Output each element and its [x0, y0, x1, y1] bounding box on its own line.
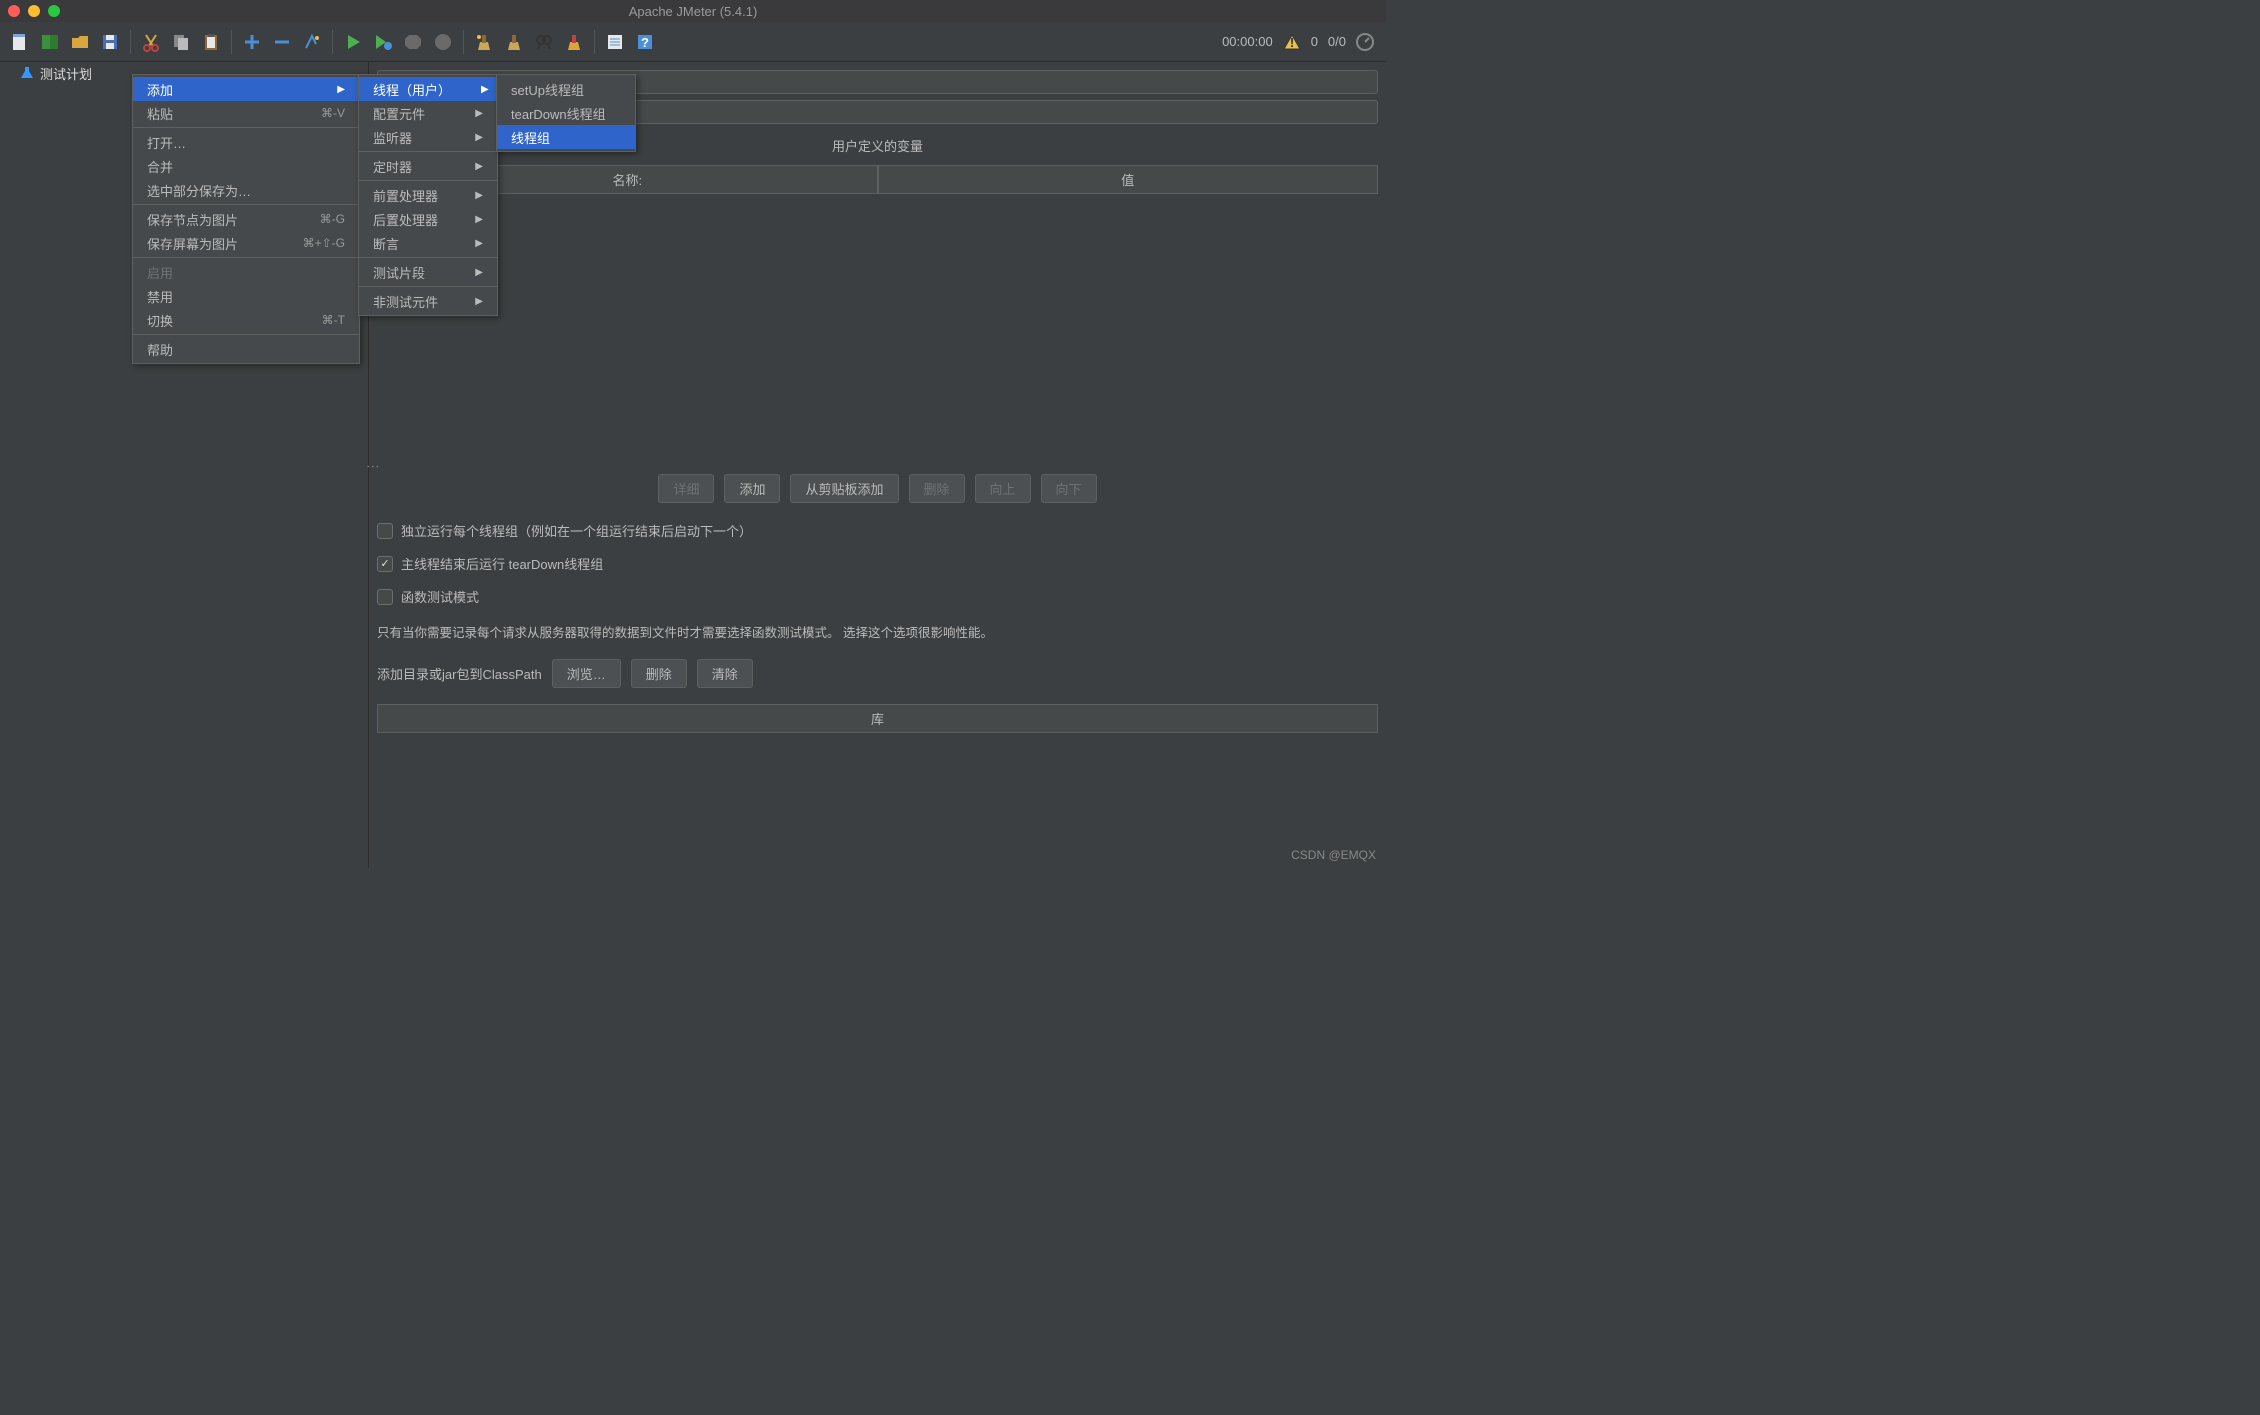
menu-save-selection[interactable]: 选中部分保存为…: [133, 178, 359, 202]
col-value: 值: [878, 165, 1379, 194]
elapsed-time: 00:00:00: [1222, 34, 1273, 49]
threads-submenu: setUp线程组 tearDown线程组 线程组: [496, 74, 636, 152]
titlebar: Apache JMeter (5.4.1): [0, 0, 1386, 22]
thread-teardown[interactable]: tearDown线程组: [497, 101, 635, 125]
checkbox-teardown-label: 主线程结束后运行 tearDown线程组: [401, 554, 603, 573]
templates-icon[interactable]: [36, 28, 64, 56]
thread-setup[interactable]: setUp线程组: [497, 77, 635, 101]
clear-all-icon[interactable]: [500, 28, 528, 56]
menu-help[interactable]: 帮助: [133, 337, 359, 361]
thread-count: 0/0: [1328, 34, 1346, 49]
checkbox-functional-label: 函数测试模式: [401, 587, 479, 606]
shutdown-icon[interactable]: [429, 28, 457, 56]
svg-text:?: ?: [641, 35, 649, 50]
submenu-pre[interactable]: 前置处理器▶: [359, 183, 497, 207]
checkbox-teardown[interactable]: ✓: [377, 556, 393, 572]
menu-merge[interactable]: 合并: [133, 154, 359, 178]
add-submenu: 线程（用户）▶ 配置元件▶ 监听器▶ 定时器▶ 前置处理器▶ 后置处理器▶ 断言…: [358, 74, 498, 316]
menu-enable: 启用: [133, 260, 359, 284]
svg-text:!: !: [1290, 35, 1294, 50]
gauge-icon[interactable]: [1356, 33, 1374, 51]
function-helper-icon[interactable]: [601, 28, 629, 56]
functional-mode-info: 只有当你需要记录每个请求从服务器取得的数据到文件时才需要选择函数测试模式。 选择…: [377, 622, 1378, 641]
reset-search-icon[interactable]: [560, 28, 588, 56]
maximize-window-icon[interactable]: [48, 5, 60, 17]
submenu-threads[interactable]: 线程（用户）▶: [359, 77, 497, 101]
vars-add-clipboard-button[interactable]: 从剪贴板添加: [790, 474, 898, 503]
checkbox-serial-thread-groups[interactable]: [377, 523, 393, 539]
new-file-icon[interactable]: [6, 28, 34, 56]
copy-icon[interactable]: [167, 28, 195, 56]
status-bar: 00:00:00 ! 0 0/0: [1222, 33, 1380, 51]
main-toolbar: ? 00:00:00 ! 0 0/0: [0, 22, 1386, 62]
watermark: CSDN @EMQX: [1291, 848, 1376, 862]
paste-icon[interactable]: [197, 28, 225, 56]
search-icon[interactable]: [530, 28, 558, 56]
expand-icon[interactable]: [238, 28, 266, 56]
menu-open[interactable]: 打开…: [133, 130, 359, 154]
vars-detail-button[interactable]: 详细: [658, 474, 714, 503]
clear-icon[interactable]: [470, 28, 498, 56]
vars-add-button[interactable]: 添加: [724, 474, 780, 503]
submenu-listener[interactable]: 监听器▶: [359, 125, 497, 149]
warn-count: 0: [1311, 34, 1318, 49]
menu-disable[interactable]: 禁用: [133, 284, 359, 308]
thread-group[interactable]: 线程组: [497, 125, 635, 149]
help-icon[interactable]: ?: [631, 28, 659, 56]
collapse-icon[interactable]: [268, 28, 296, 56]
window-controls: [8, 5, 60, 17]
vars-delete-button[interactable]: 删除: [909, 474, 965, 503]
submenu-nontest[interactable]: 非测试元件▶: [359, 289, 497, 313]
flask-icon: [20, 66, 34, 80]
menu-paste[interactable]: 粘贴⌘-V: [133, 101, 359, 125]
vars-up-button[interactable]: 向上: [975, 474, 1031, 503]
tree-root-label: 测试计划: [40, 64, 92, 83]
open-file-icon[interactable]: [66, 28, 94, 56]
checkbox-serial-label: 独立运行每个线程组（例如在一个组运行结束后启动下一个）: [401, 521, 752, 540]
start-icon[interactable]: [339, 28, 367, 56]
submenu-config[interactable]: 配置元件▶: [359, 101, 497, 125]
stop-icon[interactable]: [399, 28, 427, 56]
warning-icon[interactable]: !: [1283, 33, 1301, 51]
submenu-assert[interactable]: 断言▶: [359, 231, 497, 255]
menu-save-screen-img[interactable]: 保存屏幕为图片⌘+⇧-G: [133, 231, 359, 255]
toggle-icon[interactable]: [298, 28, 326, 56]
submenu-fragment[interactable]: 测试片段▶: [359, 260, 497, 284]
classpath-browse-button[interactable]: 浏览…: [552, 659, 621, 688]
menu-toggle[interactable]: 切换⌘-T: [133, 308, 359, 332]
menu-add[interactable]: 添加▶: [133, 77, 359, 101]
close-window-icon[interactable]: [8, 5, 20, 17]
start-no-pause-icon[interactable]: [369, 28, 397, 56]
classpath-delete-button[interactable]: 删除: [631, 659, 687, 688]
cut-icon[interactable]: [137, 28, 165, 56]
lib-table-header: 库: [377, 704, 1378, 733]
minimize-window-icon[interactable]: [28, 5, 40, 17]
detail-panel: 用户定义的变量 名称: 值 详细 添加 从剪贴板添加 删除 向上 向下 独立运行…: [369, 62, 1386, 868]
checkbox-functional-mode[interactable]: [377, 589, 393, 605]
menu-save-node-img[interactable]: 保存节点为图片⌘-G: [133, 207, 359, 231]
context-menu: 添加▶ 粘贴⌘-V 打开… 合并 选中部分保存为… 保存节点为图片⌘-G 保存屏…: [132, 74, 360, 364]
save-icon[interactable]: [96, 28, 124, 56]
vars-down-button[interactable]: 向下: [1041, 474, 1097, 503]
window-title: Apache JMeter (5.4.1): [0, 4, 1386, 19]
submenu-post[interactable]: 后置处理器▶: [359, 207, 497, 231]
classpath-clear-button[interactable]: 清除: [697, 659, 753, 688]
submenu-timer[interactable]: 定时器▶: [359, 154, 497, 178]
vars-table-body[interactable]: [377, 200, 1378, 460]
classpath-label: 添加目录或jar包到ClassPath: [377, 664, 542, 683]
vars-table-header: 名称: 值: [377, 165, 1378, 194]
